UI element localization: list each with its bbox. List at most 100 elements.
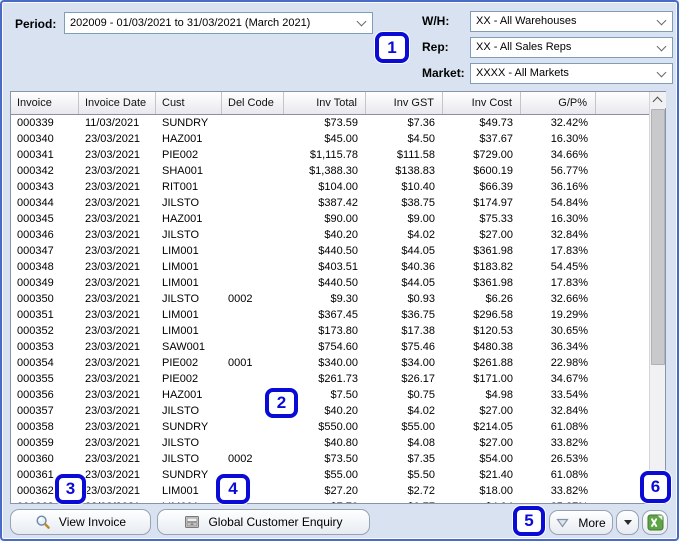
cell: $600.19 bbox=[473, 165, 513, 177]
cell: 000341 bbox=[17, 149, 54, 161]
cell bbox=[596, 243, 649, 259]
col-header-invoice[interactable]: Invoice bbox=[11, 92, 79, 114]
cell: JILSTO bbox=[162, 197, 200, 209]
market-select[interactable]: XXXX - All Markets bbox=[470, 63, 673, 84]
cell: SHA001 bbox=[162, 165, 203, 177]
cell: $480.38 bbox=[473, 341, 513, 353]
chevron-down-icon bbox=[656, 41, 667, 51]
col-header-inv-cost[interactable]: Inv Cost bbox=[443, 92, 521, 114]
col-header-gp-percent[interactable]: G/P% bbox=[521, 92, 596, 114]
rep-select[interactable]: XX - All Sales Reps bbox=[470, 37, 673, 58]
table-row[interactable]: 000356 23/03/2021 HAZ001 $7.50 $0.75 $4.98 33.… bbox=[11, 387, 649, 403]
cell: $173.80 bbox=[318, 325, 358, 337]
table-row[interactable]: 000341 23/03/2021 PIE002 $1,115.78 $111.58 $7… bbox=[11, 147, 649, 163]
scroll-up-button[interactable] bbox=[650, 92, 666, 108]
cell: 23/03/2021 bbox=[85, 437, 141, 449]
invoice-table-body: 000339 11/03/2021 SUNDRY $73.59 $7.36 $49.73 3… bbox=[11, 115, 649, 503]
table-row[interactable]: 000348 23/03/2021 LIM001 $403.51 $40.36 $183.… bbox=[11, 259, 649, 275]
cell: 000356 bbox=[17, 389, 54, 401]
table-row[interactable]: 000340 23/03/2021 HAZ001 $45.00 $4.50 $37.67 1… bbox=[11, 131, 649, 147]
cell bbox=[222, 163, 284, 179]
cell: $0.77 bbox=[366, 499, 443, 503]
table-row[interactable]: 00036323/03/2021LIM001$7.70$0.77$4.9435.… bbox=[11, 499, 649, 503]
col-header-inv-total[interactable]: Inv Total bbox=[284, 92, 366, 114]
table-row[interactable]: 000359 23/03/2021 JILSTO $40.80 $4.08 $27.00 3… bbox=[11, 435, 649, 451]
table-row[interactable]: 000358 23/03/2021 SUNDRY $550.00 $55.00 $214.… bbox=[11, 419, 649, 435]
table-row[interactable]: 000357 23/03/2021 JILSTO $40.20 $4.02 $27.00 3… bbox=[11, 403, 649, 419]
cell: $44.05 bbox=[401, 245, 435, 257]
cell: $40.20 bbox=[324, 229, 358, 241]
warehouse-select[interactable]: XX - All Warehouses bbox=[470, 11, 673, 32]
table-row[interactable]: 000355 23/03/2021 PIE002 $261.73 $26.17 $171.… bbox=[11, 371, 649, 387]
table-row[interactable]: 000345 23/03/2021 HAZ001 $90.00 $9.00 $75.33 1… bbox=[11, 211, 649, 227]
view-invoice-button[interactable]: View Invoice bbox=[10, 509, 151, 535]
table-row[interactable]: 000350 23/03/2021 JILSTO 0002 $9.30 $0.93 $6.2… bbox=[11, 291, 649, 307]
cell: $4.50 bbox=[407, 133, 435, 145]
warehouse-label: W/H: bbox=[422, 14, 450, 28]
cell: 30.65% bbox=[550, 325, 588, 337]
table-row[interactable]: 000353 23/03/2021 SAW001 $754.60 $75.46 $480.… bbox=[11, 339, 649, 355]
cell: $9.00 bbox=[407, 213, 435, 225]
cell: 19.29% bbox=[550, 309, 588, 321]
cell: 32.84% bbox=[550, 405, 588, 417]
market-label: Market: bbox=[422, 66, 465, 80]
table-row[interactable]: 000351 23/03/2021 LIM001 $367.45 $36.75 $296.… bbox=[11, 307, 649, 323]
export-to-excel-button[interactable] bbox=[642, 510, 668, 535]
cell: 23/03/2021 bbox=[85, 325, 141, 337]
chevron-down-icon bbox=[656, 67, 667, 77]
table-row[interactable]: 000339 11/03/2021 SUNDRY $73.59 $7.36 $49.73 3… bbox=[11, 115, 649, 131]
col-header-inv-gst[interactable]: Inv GST bbox=[366, 92, 443, 114]
cell bbox=[596, 339, 649, 355]
callout-3: 3 bbox=[55, 474, 86, 504]
cell bbox=[596, 195, 649, 211]
scrollbar-thumb[interactable] bbox=[651, 109, 665, 365]
cell: $4.08 bbox=[407, 437, 435, 449]
table-row[interactable]: 000342 23/03/2021 SHA001 $1,388.30 $138.83 $6… bbox=[11, 163, 649, 179]
cell bbox=[222, 419, 284, 435]
cell: $27.20 bbox=[324, 485, 358, 497]
cell bbox=[222, 227, 284, 243]
cell: 32.42% bbox=[550, 117, 588, 129]
table-row[interactable]: 000354 23/03/2021 PIE002 0001 $340.00 $34.00 $… bbox=[11, 355, 649, 371]
cell: JILSTO bbox=[162, 293, 200, 305]
cell bbox=[596, 307, 649, 323]
period-select[interactable]: 202009 - 01/03/2021 to 31/03/2021 (March… bbox=[64, 12, 373, 34]
col-header-cust[interactable]: Cust bbox=[156, 92, 222, 114]
cell: $26.17 bbox=[401, 373, 435, 385]
cell: $261.88 bbox=[473, 357, 513, 369]
col-header-del-code[interactable]: Del Code bbox=[222, 92, 284, 114]
more-button[interactable]: More bbox=[549, 510, 613, 535]
more-dropdown-arrow-button[interactable] bbox=[616, 510, 639, 535]
cell: $120.53 bbox=[473, 325, 513, 337]
cell: $0.75 bbox=[407, 389, 435, 401]
table-row[interactable]: 000360 23/03/2021 JILSTO 0002 $73.50 $7.35 $54… bbox=[11, 451, 649, 467]
table-row[interactable]: 000362 23/03/2021 LIM001 $27.20 $2.72 $18.00 3… bbox=[11, 483, 649, 499]
cell: 23/03/2021 bbox=[85, 421, 141, 433]
more-label: More bbox=[578, 515, 606, 530]
cell: JILSTO bbox=[162, 437, 200, 449]
table-row[interactable]: 000349 23/03/2021 LIM001 $440.50 $44.05 $361.… bbox=[11, 275, 649, 291]
cell: $37.67 bbox=[479, 133, 513, 145]
cell: $27.00 bbox=[479, 405, 513, 417]
callout-4: 4 bbox=[216, 474, 250, 504]
cell: PIE002 bbox=[162, 149, 199, 161]
cell: $4.02 bbox=[407, 229, 435, 241]
cell: 34.66% bbox=[550, 149, 588, 161]
cell: 23/03/2021 bbox=[85, 293, 141, 305]
global-customer-enquiry-label: Global Customer Enquiry bbox=[208, 515, 343, 529]
table-row[interactable]: 000347 23/03/2021 LIM001 $440.50 $44.05 $361.… bbox=[11, 243, 649, 259]
table-row[interactable]: 000344 23/03/2021 JILSTO $387.42 $38.75 $174.… bbox=[11, 195, 649, 211]
cell bbox=[596, 371, 649, 387]
table-row[interactable]: 000343 23/03/2021 RIT001 $104.00 $10.40 $66.3… bbox=[11, 179, 649, 195]
vertical-scrollbar[interactable] bbox=[649, 92, 666, 503]
table-row[interactable]: 000352 23/03/2021 LIM001 $173.80 $17.38 $120.… bbox=[11, 323, 649, 339]
table-row[interactable]: 000346 23/03/2021 JILSTO $40.20 $4.02 $27.00 3… bbox=[11, 227, 649, 243]
cell: 000358 bbox=[17, 421, 54, 433]
cell bbox=[222, 323, 284, 339]
global-customer-enquiry-button[interactable]: Global Customer Enquiry bbox=[157, 509, 370, 535]
cell: PIE002 bbox=[162, 373, 199, 385]
table-row[interactable]: 000361 23/03/2021 SUNDRY $55.00 $5.50 $21.40 6… bbox=[11, 467, 649, 483]
col-header-invoice-date[interactable]: Invoice Date bbox=[79, 92, 156, 114]
invoice-table-header: Invoice Invoice Date Cust Del Code Inv T… bbox=[11, 92, 665, 115]
cell: 23/03/2021 bbox=[85, 133, 141, 145]
